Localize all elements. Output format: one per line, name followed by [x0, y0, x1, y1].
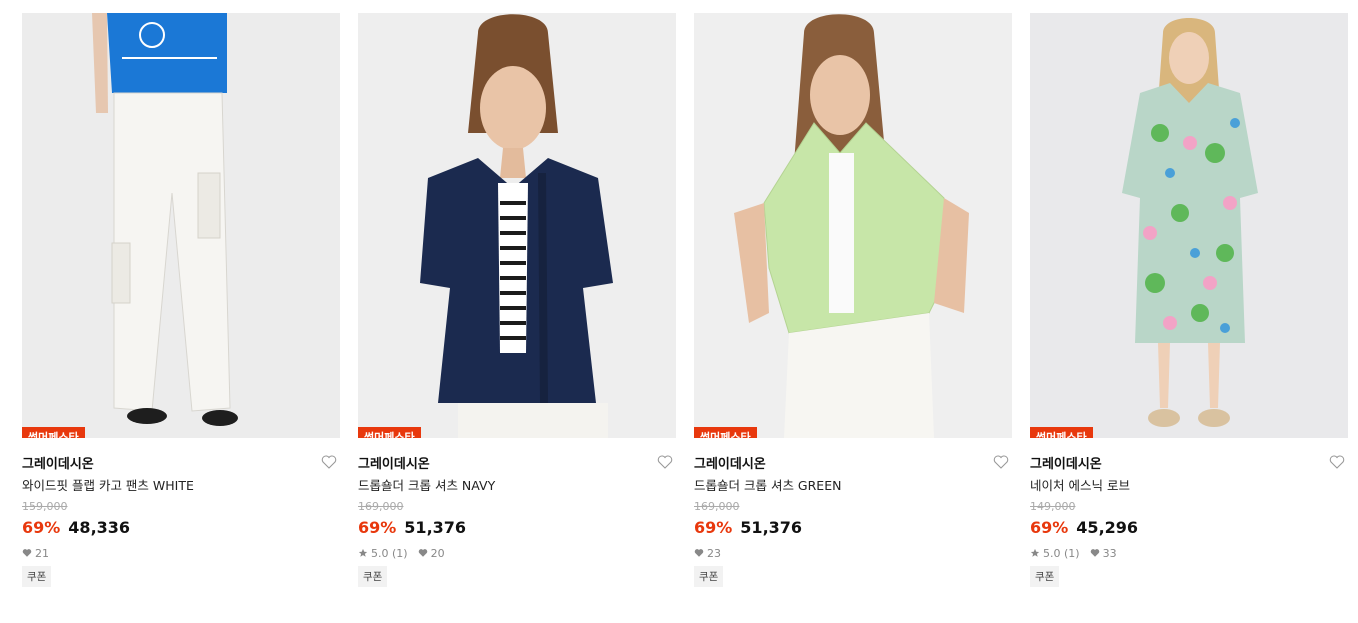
review-count: (1): [1064, 546, 1080, 560]
like-count: 23: [707, 546, 721, 560]
brand-name[interactable]: 그레이데시온: [358, 453, 430, 472]
heart-icon: [1090, 549, 1099, 557]
discount-rate: 69%: [22, 517, 61, 537]
star-icon: [358, 548, 368, 557]
heart-icon: [694, 549, 704, 557]
coupon-tag[interactable]: 쿠폰: [1030, 566, 1060, 587]
coupon-tag[interactable]: 쿠폰: [358, 566, 388, 587]
original-price: 169,000: [694, 500, 740, 513]
review-count: (1): [392, 546, 408, 560]
rating-value: 5.0: [1043, 546, 1061, 560]
product-name[interactable]: 드롭숄더 크롭 셔츠 GREEN: [694, 477, 1012, 495]
product-card[interactable]: 썸머페스타 그레이데시온 드롭숄더 크롭 셔츠 NAVY 169,000 69%…: [358, 13, 676, 587]
product-name[interactable]: 네이처 에스닉 로브: [1030, 477, 1348, 495]
heart-outline-icon[interactable]: [320, 453, 338, 471]
coupon-tag[interactable]: 쿠폰: [694, 566, 724, 587]
sale-price: 45,296: [1076, 517, 1139, 537]
sale-price: 48,336: [68, 517, 131, 537]
like-count: 33: [1102, 546, 1117, 560]
discount-rate: 69%: [694, 517, 733, 537]
product-photo-floral-robe: [1030, 13, 1348, 438]
sale-price: 51,376: [740, 517, 803, 537]
star-icon: [1030, 548, 1040, 557]
product-name[interactable]: 와이드핏 플랩 카고 팬츠 WHITE: [22, 477, 340, 495]
sale-price: 51,376: [404, 517, 467, 537]
product-grid: 썸머페스타 그레이데시온 와이드핏 플랩 카고 팬츠 WHITE 159,000…: [0, 0, 1358, 623]
discount-rate: 69%: [1030, 517, 1069, 537]
original-price: 159,000: [22, 500, 68, 513]
product-photo-green-shirt: [694, 13, 1012, 438]
product-photo-navy-shirt: [358, 13, 676, 438]
product-card[interactable]: 썸머페스타 그레이데시온 드롭숄더 크롭 셔츠 GREEN 169,000 69…: [694, 13, 1012, 587]
product-card[interactable]: 썸머페스타 그레이데시온 와이드핏 플랩 카고 팬츠 WHITE 159,000…: [22, 13, 340, 587]
like-count: 20: [430, 546, 445, 560]
promo-badge: 썸머페스타: [358, 427, 421, 438]
heart-outline-icon[interactable]: [656, 453, 674, 471]
heart-icon: [418, 549, 427, 557]
promo-badge: 썸머페스타: [1030, 427, 1093, 438]
product-photo-pants: [22, 13, 340, 438]
product-card[interactable]: 썸머페스타 그레이데시온 네이처 에스닉 로브 149,000 69% 45,2…: [1030, 13, 1348, 587]
like-count: 21: [35, 546, 49, 560]
original-price: 149,000: [1030, 500, 1076, 513]
heart-outline-icon[interactable]: [1328, 453, 1346, 471]
brand-name[interactable]: 그레이데시온: [22, 453, 94, 472]
brand-name[interactable]: 그레이데시온: [694, 453, 766, 472]
rating-value: 5.0: [371, 546, 389, 560]
heart-icon: [22, 549, 32, 557]
product-image[interactable]: 썸머페스타: [22, 13, 340, 438]
product-image[interactable]: 썸머페스타: [694, 13, 1012, 438]
original-price: 169,000: [358, 500, 404, 513]
promo-badge: 썸머페스타: [22, 427, 85, 438]
product-image[interactable]: 썸머페스타: [1030, 13, 1348, 438]
discount-rate: 69%: [358, 517, 397, 537]
product-image[interactable]: 썸머페스타: [358, 13, 676, 438]
promo-badge: 썸머페스타: [694, 427, 757, 438]
brand-name[interactable]: 그레이데시온: [1030, 453, 1102, 472]
product-name[interactable]: 드롭숄더 크롭 셔츠 NAVY: [358, 477, 676, 495]
coupon-tag[interactable]: 쿠폰: [22, 566, 52, 587]
heart-outline-icon[interactable]: [992, 453, 1010, 471]
